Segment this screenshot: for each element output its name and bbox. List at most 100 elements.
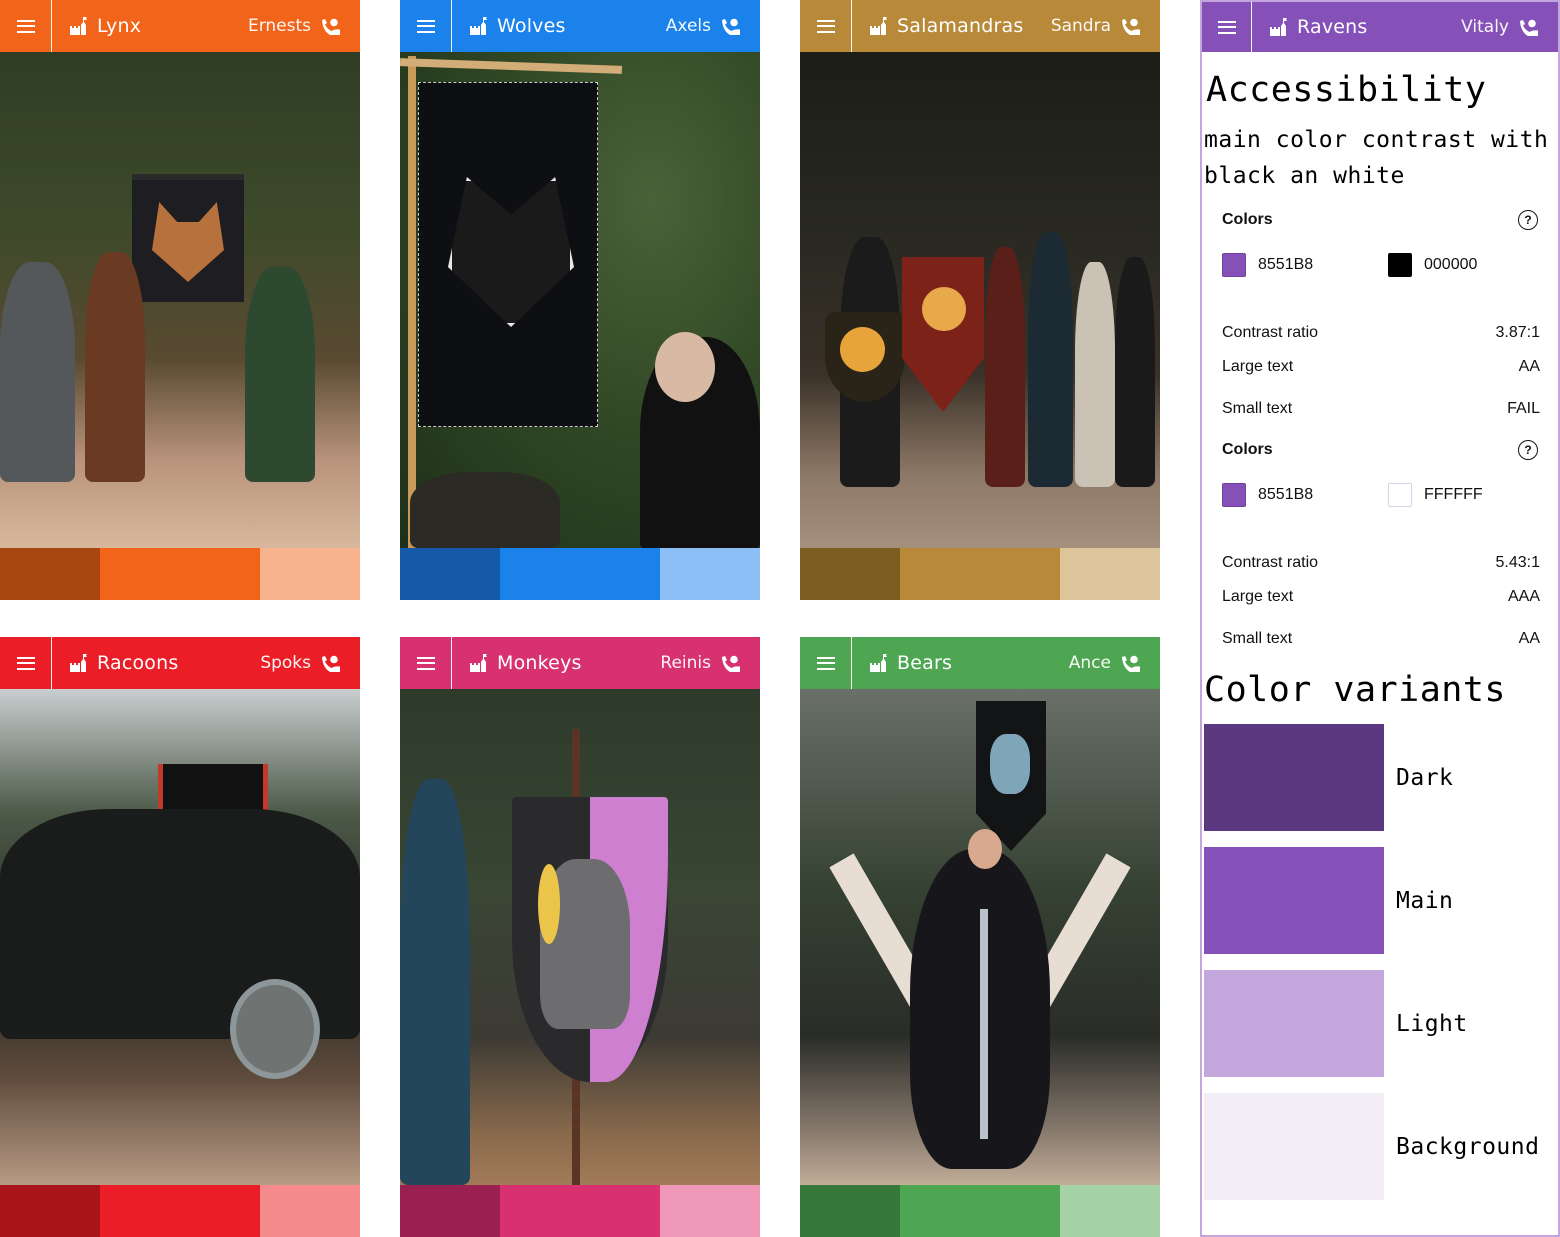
castle-icon [870, 654, 887, 672]
menu-button[interactable] [400, 0, 452, 52]
variant-swatch [1204, 847, 1384, 954]
person-head [968, 829, 1002, 869]
accessibility-description: main color contrast with black an white [1204, 127, 1549, 189]
brand[interactable]: Salamandras [870, 15, 1051, 37]
contrast-results: Contrast ratio 3.87:1 Large text AA Smal… [1202, 320, 1558, 430]
user-name: Sandra [1050, 16, 1111, 36]
menu-button[interactable] [0, 637, 52, 689]
team-card-lynx: Lynx Ernests [0, 0, 360, 600]
team-photo [0, 52, 360, 548]
app-bar: Lynx Ernests [0, 0, 360, 52]
team-card-ravens: Ravens Vitaly Accessibility main color c… [1200, 0, 1560, 1237]
brand[interactable]: Wolves [470, 15, 666, 37]
variant-swatch [1204, 1093, 1384, 1200]
salamander-banner [902, 257, 984, 412]
stat-row-small-text: Small text FAIL [1202, 388, 1558, 430]
team-photo [800, 689, 1160, 1185]
app-bar: Salamandras Sandra [800, 0, 1160, 52]
user-name: Vitaly [1461, 17, 1509, 37]
swatch-main [500, 1185, 660, 1237]
variant-swatch [1204, 970, 1384, 1077]
contrast-results: Contrast ratio 5.43:1 Large text AAA Sma… [1202, 550, 1558, 660]
person [1075, 262, 1115, 487]
variant-swatch [1204, 724, 1384, 831]
help-icon[interactable]: ? [1518, 210, 1538, 230]
user-contact[interactable]: Ernests [248, 16, 342, 36]
hamburger-icon [1217, 20, 1236, 34]
color-chip-foreground[interactable] [1222, 483, 1246, 507]
color-chip-background[interactable] [1388, 483, 1412, 507]
menu-button[interactable] [800, 637, 852, 689]
team-photo [400, 52, 760, 548]
castle-icon [70, 654, 87, 672]
brand[interactable]: Lynx [70, 15, 248, 37]
swatch-dark [800, 1185, 900, 1237]
color-chip-foreground[interactable] [1222, 253, 1246, 277]
stat-row-contrast-ratio: Contrast ratio 5.43:1 [1202, 550, 1558, 576]
team-card-racoons: Racoons Spoks [0, 637, 360, 1237]
user-contact[interactable]: Reinis [660, 653, 742, 673]
user-contact[interactable]: Vitaly [1461, 17, 1540, 37]
menu-button[interactable] [400, 637, 452, 689]
menu-button[interactable] [0, 0, 52, 52]
user-contact[interactable]: Ance [1069, 653, 1142, 673]
castle-icon [70, 17, 87, 35]
team-card-salamandras: Salamandras Sandra [800, 0, 1160, 600]
color-swatches [0, 1185, 360, 1237]
app-bar: Bears Ance [800, 637, 1160, 689]
stat-value: AAA [1507, 588, 1540, 605]
swatch-dark [0, 548, 100, 600]
app-bar: Racoons Spoks [0, 637, 360, 689]
sun-emblem [840, 327, 885, 372]
bear-emblem [990, 734, 1030, 794]
help-icon[interactable]: ? [1518, 440, 1538, 460]
color-swatches [800, 1185, 1160, 1237]
team-name: Bears [897, 652, 953, 674]
person [0, 262, 75, 482]
hamburger-icon [816, 19, 835, 33]
stat-row-large-text: Large text AAA [1202, 576, 1558, 618]
user-name: Ernests [247, 16, 311, 36]
team-photo [800, 52, 1160, 548]
user-name: Ance [1068, 653, 1111, 673]
banner-pole [408, 56, 416, 548]
color-chip-background[interactable] [1388, 253, 1412, 277]
color-swatches [400, 548, 760, 600]
colors-heading: Colors [1222, 441, 1273, 458]
brand[interactable]: Racoons [70, 652, 260, 674]
team-photo [0, 689, 360, 1185]
swatch-main [100, 1185, 260, 1237]
stat-label: Small text [1222, 400, 1293, 417]
swatch-dark [400, 1185, 500, 1237]
sun-emblem [922, 287, 966, 331]
swatch-light [260, 548, 360, 600]
contrast-check-white: Colors ? 8551B8 FFFFFF Contrast ratio 5.… [1202, 436, 1558, 660]
user-contact[interactable]: Axels [666, 16, 742, 36]
person [985, 247, 1025, 487]
app-bar: Monkeys Reinis [400, 637, 760, 689]
swatch-main [900, 548, 1060, 600]
person [400, 779, 470, 1185]
variant-main: Main [1204, 847, 1558, 954]
user-contact[interactable]: Spoks [260, 653, 342, 673]
hamburger-icon [16, 656, 35, 670]
swatch-dark [0, 1185, 100, 1237]
stat-label: Large text [1222, 358, 1294, 375]
user-contact[interactable]: Sandra [1051, 16, 1142, 36]
color-variants-list: Dark Main Light Background [1202, 724, 1558, 1200]
stat-value: FAIL [1507, 400, 1540, 417]
contact-phone-icon [1122, 18, 1140, 35]
menu-button[interactable] [800, 0, 852, 52]
brand[interactable]: Bears [870, 652, 1069, 674]
castle-icon [470, 654, 487, 672]
swatch-light [660, 1185, 760, 1237]
stat-row-small-text: Small text AA [1202, 618, 1558, 660]
brand[interactable]: Ravens [1270, 16, 1461, 38]
color-hex-foreground: 8551B8 [1258, 256, 1314, 273]
team-card-monkeys: Monkeys Reinis [400, 637, 760, 1237]
variant-label: Background [1396, 1133, 1540, 1160]
menu-button[interactable] [1202, 2, 1252, 52]
team-name: Salamandras [897, 15, 1024, 37]
brand[interactable]: Monkeys [470, 652, 660, 674]
person-head [655, 332, 715, 402]
